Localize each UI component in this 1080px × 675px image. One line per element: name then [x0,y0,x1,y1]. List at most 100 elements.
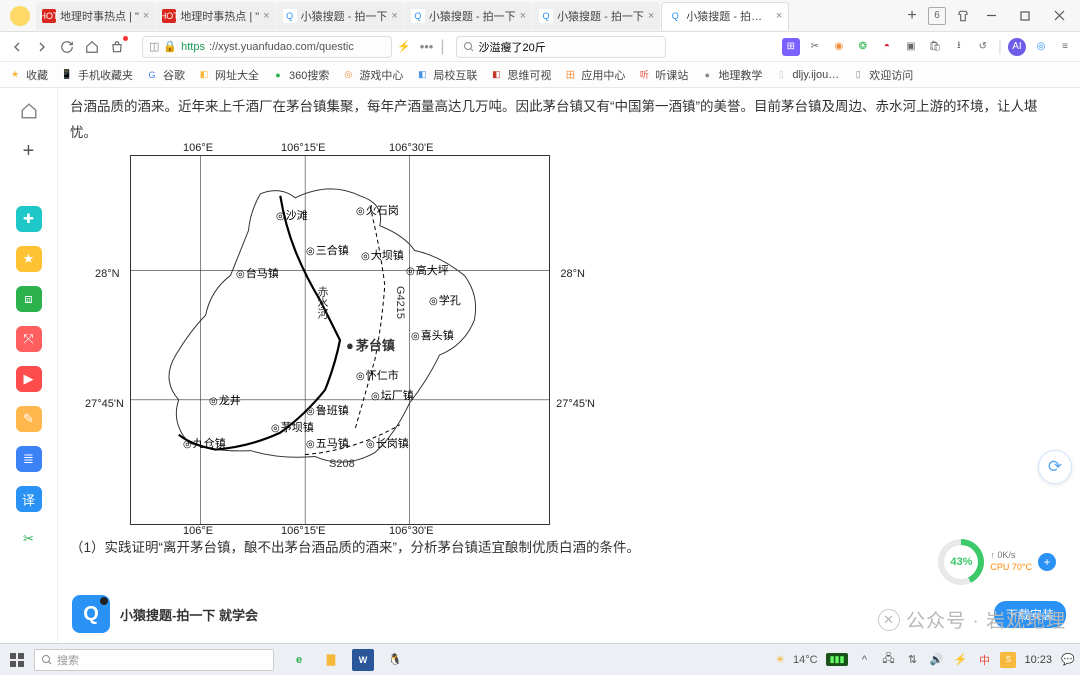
ext-scissors-icon[interactable]: ✂ [806,38,824,56]
ext-shop-icon[interactable]: 🛍 [926,38,944,56]
url-box[interactable]: ◫ 🔒 https://xyst.yuanfudao.com/questic [142,36,392,58]
browser-tab[interactable]: Q小猿搜题 - 拍一下× [533,2,660,30]
browser-tab[interactable]: Q小猿搜题 - 拍一下× [277,2,404,30]
tab-close-icon[interactable]: × [648,10,654,22]
task-ie-icon[interactable]: e [288,649,310,671]
start-button[interactable] [4,649,30,671]
tray-badge[interactable]: ▮▮▮ [826,653,849,666]
more-options[interactable]: ••• [420,39,434,54]
floating-refresh-button[interactable]: ⟳ [1038,450,1072,484]
ext-gallery-icon[interactable]: ▣ [902,38,920,56]
browser-tab[interactable]: HOT地理时事热点 | "× [36,2,155,30]
side-translate-icon[interactable]: 译 [16,486,42,512]
side-puzzle-icon[interactable]: ✚ [16,206,42,232]
perf-plus-button[interactable]: + [1038,553,1056,571]
skin-icon[interactable] [952,5,974,27]
ext-ai-icon[interactable]: AI [1008,38,1026,56]
tab-close-icon[interactable]: × [776,10,782,22]
bookmark-item[interactable]: ▯欢迎访问 [851,67,913,83]
lat-label-l0: 28°N [95,264,120,285]
side-scissors-icon[interactable]: ✂ [16,526,42,552]
weather-icon[interactable]: ☀ [775,653,785,666]
bookmark-item[interactable]: ●地理教学 [700,67,762,83]
tab-close-icon[interactable]: × [263,10,269,22]
task-qq-icon[interactable]: 🐧 [384,649,406,671]
tray-sg-icon[interactable]: S [1000,652,1016,668]
maximize-button[interactable] [1008,4,1042,28]
bookmark-item[interactable]: ◧网址大全 [197,67,259,83]
side-video-icon[interactable]: ▶ [16,366,42,392]
home-button[interactable] [81,36,103,58]
ext-camera-icon[interactable]: ◉ [830,38,848,56]
tab-favicon: HOT [162,9,176,23]
browser-tab[interactable]: Q小猿搜题 - 拍一下× [405,2,532,30]
town-label: 五马镇 [306,434,349,455]
taskbar-apps: e ▇ W 🐧 [288,649,406,671]
side-image-icon[interactable]: ⧈ [16,286,42,312]
search-box[interactable]: 沙溢瘦了20斤 [456,36,666,58]
bolt-icon[interactable]: ⚡ [397,40,411,53]
side-edit-icon[interactable]: ✎ [16,406,42,432]
window-count-badge[interactable]: 6 [928,7,946,25]
bookmark-item[interactable]: ★收藏 [8,67,48,83]
ext-wechat-icon[interactable]: ❂ [854,38,872,56]
ext-grid-icon[interactable]: ⊞ [782,38,800,56]
reload-button[interactable] [56,36,78,58]
browser-tab[interactable]: HOT地理时事热点 | "× [156,2,275,30]
bookmark-item[interactable]: 听听课站 [637,67,688,83]
browser-tab[interactable]: Q小猿搜题 - 拍一下× [661,2,789,30]
tab-close-icon[interactable]: × [143,10,149,22]
side-add-icon[interactable]: + [16,138,42,164]
close-window-button[interactable] [1042,4,1076,28]
download-button[interactable]: 下载安装 [994,601,1066,628]
new-tab-button[interactable]: + [902,6,922,26]
bookmark-item[interactable]: ●360搜索 [271,67,329,83]
tray-wifi-icon[interactable]: ⇅ [904,652,920,668]
bookmark-item[interactable]: 📱手机收藏夹 [60,67,133,83]
bookmark-item[interactable]: ◧局校互联 [415,67,477,83]
town-label: 龙井 [209,391,241,412]
tray-power-icon[interactable]: ⚡ [952,652,968,668]
clock-text[interactable]: 10:23 [1024,654,1052,666]
taskbar-search[interactable]: 搜索 [34,649,274,671]
bookmark-item[interactable]: ◧思维可视 [489,67,551,83]
tab-close-icon[interactable]: × [391,10,397,22]
tray-ime-icon[interactable]: 中 [976,652,992,668]
bookmark-item[interactable]: ◎游戏中心 [341,67,403,83]
bookmark-label: 听课站 [655,67,688,83]
ext-history-icon[interactable]: ↺ [974,38,992,56]
search-text: 沙溢瘦了20斤 [479,39,546,55]
tray-notif-icon[interactable]: 💬 [1060,652,1076,668]
performance-widget[interactable]: 43% ↑ 0K/s CPU 70°C + [938,539,1056,585]
task-folder-icon[interactable]: ▇ [320,649,342,671]
tray-vol-icon[interactable]: 🔊 [928,652,944,668]
menu-icon[interactable]: ≡ [1056,38,1074,56]
bookmark-item[interactable]: ▯dljy.ijou… [774,68,839,82]
minimize-button[interactable] [974,4,1008,28]
shop-icon[interactable] [106,36,128,58]
taskbar-search-placeholder: 搜索 [57,652,79,668]
ext-target-icon[interactable]: ◎ [1032,38,1050,56]
ext-download-icon[interactable]: ⭳ [950,38,968,56]
task-word-icon[interactable]: W [352,649,374,671]
side-star-icon[interactable]: ★ [16,246,42,272]
bookmark-item[interactable]: G谷歌 [145,67,185,83]
shield-icon: ◫ [149,40,159,53]
bookmark-label: 手机收藏夹 [78,67,133,83]
forward-button[interactable] [31,36,53,58]
tab-favicon: Q [411,9,425,23]
back-button[interactable] [6,36,28,58]
tray-net-icon[interactable]: 🖧 [880,652,896,668]
side-doc-icon[interactable]: ≣ [16,446,42,472]
side-home-icon[interactable] [16,98,42,124]
tray-up-icon[interactable]: ^ [856,652,872,668]
bookmark-item[interactable]: 田应用中心 [563,67,625,83]
promo-app-icon[interactable]: Q [72,595,110,633]
address-bar: ◫ 🔒 https://xyst.yuanfudao.com/questic ⚡… [0,32,1080,62]
bookmark-label: 谷歌 [163,67,185,83]
bookmark-label: 局校互联 [433,67,477,83]
ext-weibo-icon[interactable]: ◓ [878,38,896,56]
tab-close-icon[interactable]: × [520,10,526,22]
profile-avatar[interactable] [10,6,30,26]
side-rocket-icon[interactable]: ⤧ [16,326,42,352]
